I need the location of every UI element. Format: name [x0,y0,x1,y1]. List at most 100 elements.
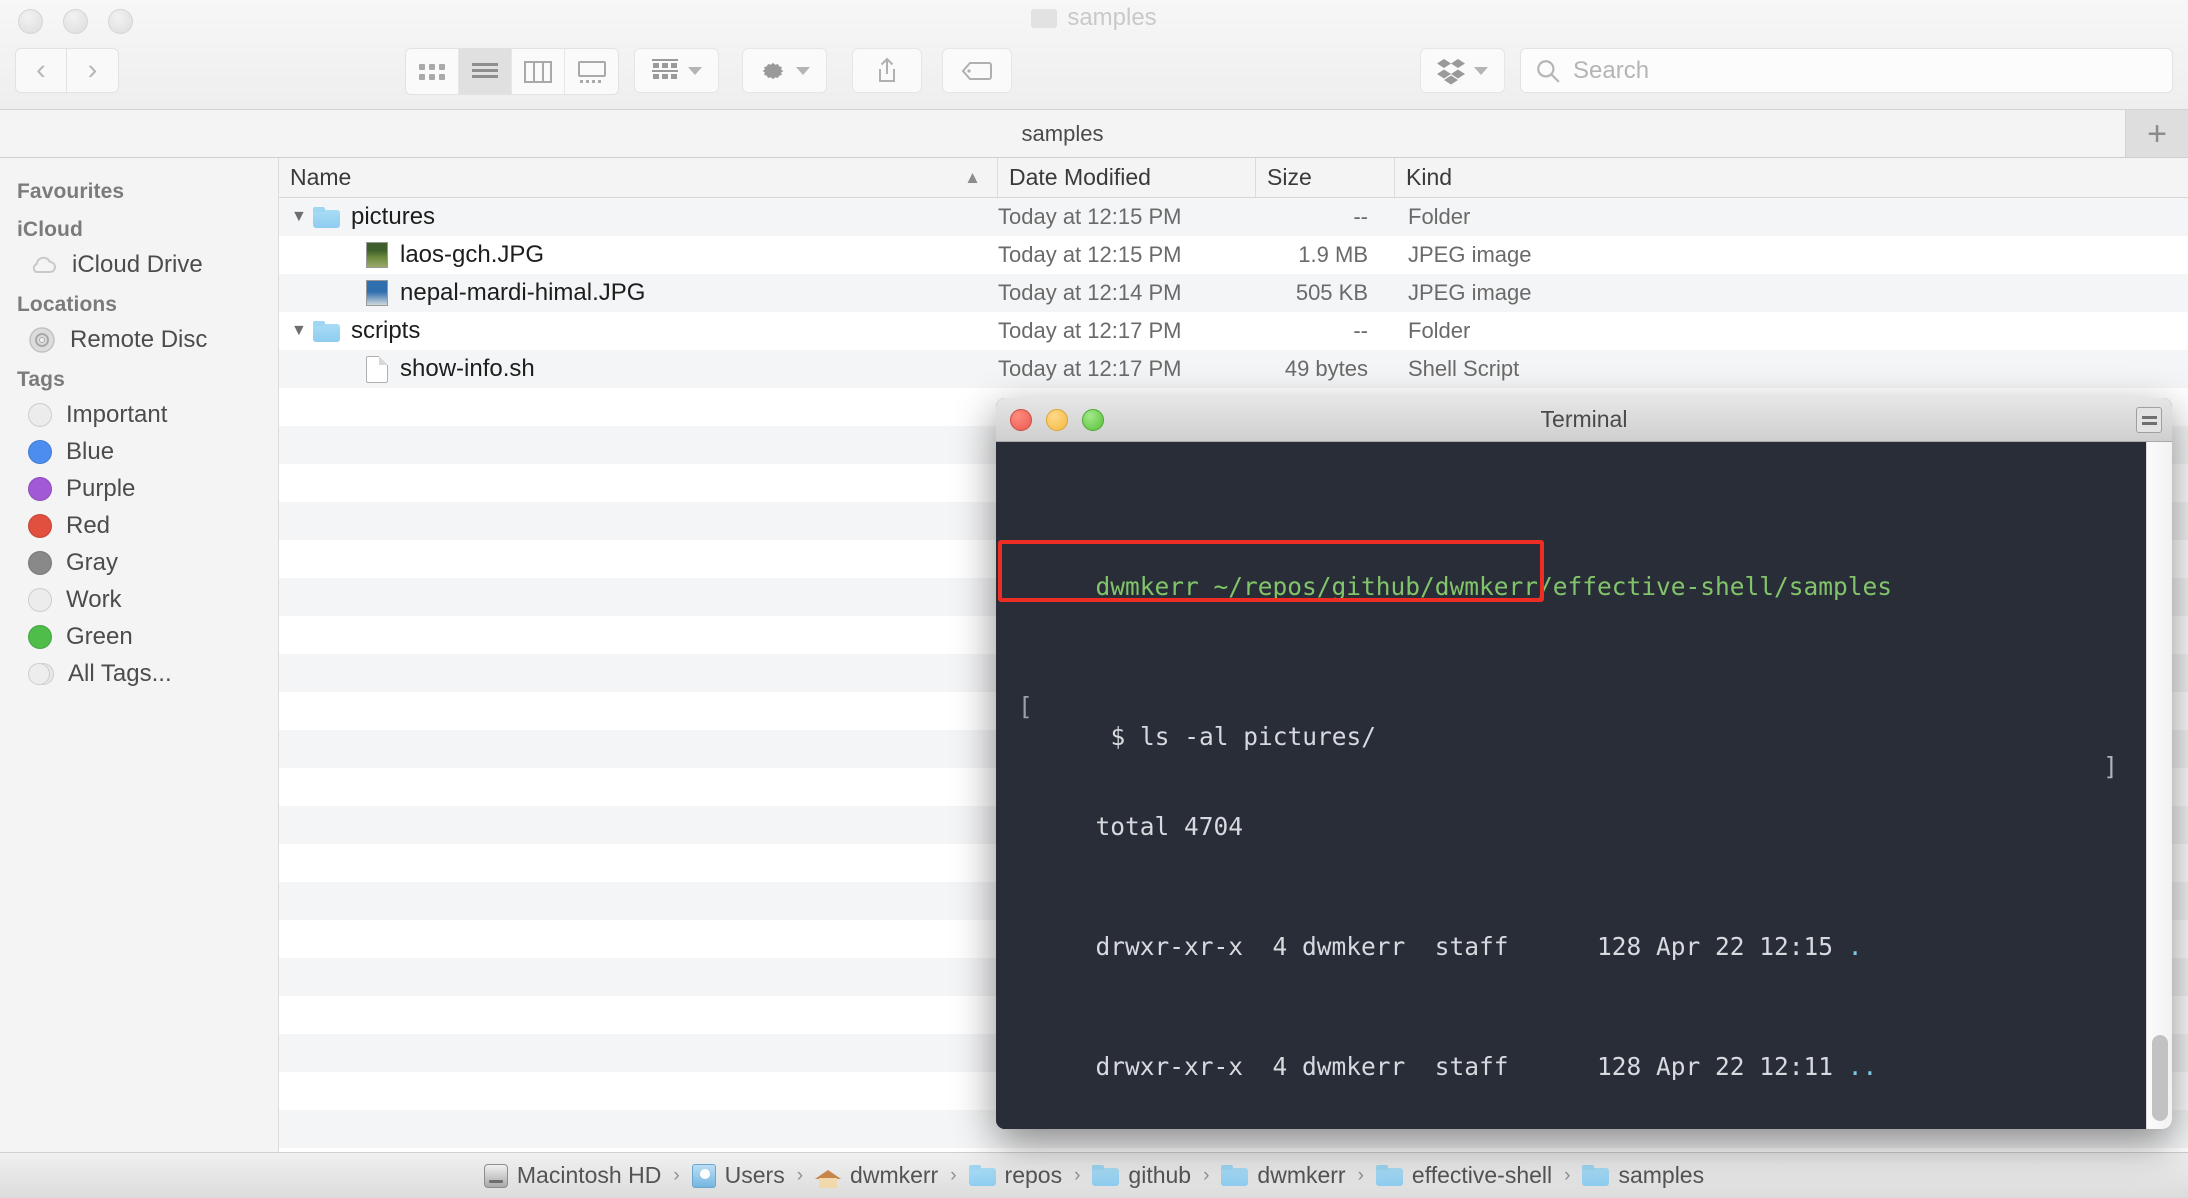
terminal-menu-button[interactable] [2136,407,2162,433]
terminal-scrollbar[interactable] [2146,442,2172,1129]
breadcrumb-item-repos[interactable]: repos [968,1162,1063,1189]
sidebar-item-remote-disc[interactable]: Remote Disc [0,321,278,358]
terminal-scrollbar-thumb[interactable] [2152,1035,2168,1121]
disclosure-triangle-icon[interactable]: ▼ [291,208,313,226]
breadcrumb-separator-icon: › [1564,1164,1571,1186]
sidebar-item-tag-red[interactable]: Red [0,507,278,544]
new-tab-button[interactable]: + [2126,110,2188,157]
table-row[interactable]: show-info.sh Today at 12:17 PM 49 bytes … [279,350,2188,388]
folder-icon [1092,1165,1120,1186]
file-name-label: nepal-mardi-himal.JPG [400,279,646,306]
breadcrumb-item-users[interactable]: Users [691,1162,785,1189]
tab-samples[interactable]: samples [0,110,2126,157]
table-row[interactable]: nepal-mardi-himal.JPG Today at 12:14 PM … [279,274,2188,312]
column-header-label: Size [1267,164,1312,190]
terminal-bracket-right: ] [2103,752,2118,781]
column-header-date-modified[interactable]: Date Modified [998,158,1256,197]
breadcrumb-item-samples[interactable]: samples [1582,1162,1704,1189]
row-name-cell: laos-gch.JPG [279,241,998,269]
folder-icon [313,206,340,228]
chevron-down-icon [796,66,810,75]
breadcrumb-item-dwmkerr-home[interactable]: dwmkerr [815,1162,938,1189]
empty-row [279,1148,2188,1152]
breadcrumb-separator-icon: › [950,1164,957,1186]
tags-button[interactable] [942,48,1012,93]
search-input[interactable]: Search [1520,48,2173,93]
dropbox-button[interactable] [1420,48,1505,93]
breadcrumb-label: dwmkerr [1257,1162,1346,1188]
row-kind-cell: JPEG image [1408,280,1532,305]
tag-dot-icon [28,587,52,612]
sort-arrow-icon: ▲ [964,167,981,187]
row-kind-cell: Folder [1408,204,1471,229]
tag-dot-icon [28,550,52,575]
home-icon [815,1164,842,1188]
folder-icon [313,320,340,342]
sidebar-item-label: Blue [66,437,115,465]
row-size-cell: 505 KB [1295,280,1368,305]
row-kind-cell: Folder [1408,318,1471,343]
breadcrumb: Macintosh HD › Users › dwmkerr › repos ›… [0,1152,2188,1198]
table-row[interactable]: laos-gch.JPG Today at 12:15 PM 1.9 MB JP… [279,236,2188,274]
sidebar-section-favourites: Favourites [17,180,125,203]
sidebar-item-tag-green[interactable]: Green [0,618,278,655]
folder-icon [1375,1165,1403,1186]
breadcrumb-item-dwmkerr[interactable]: dwmkerr [1221,1162,1346,1189]
breadcrumb-label: repos [1004,1162,1063,1188]
terminal-line: drwxr-xr-x 4 dwmkerr staff 128 Apr 22 12… [1007,1022,2172,1081]
breadcrumb-separator-icon: › [1074,1164,1081,1186]
row-size-cell: 49 bytes [1284,356,1368,381]
back-button[interactable]: ‹ [15,48,67,93]
sidebar-item-tag-purple[interactable]: Purple [0,470,278,507]
terminal-close-button[interactable] [1010,409,1032,431]
breadcrumb-item-macintosh-hd[interactable]: Macintosh HD [483,1162,661,1189]
table-row[interactable]: ▼ scripts Today at 12:17 PM -- Folder [279,312,2188,350]
sidebar-item-tag-gray[interactable]: Gray [0,544,278,581]
terminal-text: total 4704 [1095,812,1244,841]
action-menu-button[interactable] [742,48,827,93]
sidebar-item-tag-work[interactable]: Work [0,581,278,618]
sidebar-item-tag-important[interactable]: Important [0,396,278,433]
column-header-size[interactable]: Size [1256,158,1395,197]
column-header-kind[interactable]: Kind [1395,158,2188,197]
column-header-label: Name [290,164,352,190]
column-header-label: Kind [1406,164,1453,190]
breadcrumb-label: Users [724,1162,785,1188]
search-icon [1537,59,1560,83]
row-name-cell: show-info.sh [279,355,998,383]
sidebar-item-label: Remote Disc [70,325,208,353]
terminal-minimize-button[interactable] [1046,409,1068,431]
terminal-bracket-left: [ [1018,692,1033,721]
image-thumbnail-icon [366,242,388,268]
column-header-name[interactable]: Name ▲ [279,158,998,197]
breadcrumb-item-github[interactable]: github [1092,1162,1191,1189]
forward-button[interactable]: › [67,48,119,93]
folder-icon [1031,8,1058,28]
list-view-button[interactable] [459,49,512,94]
arrange-button[interactable] [634,48,719,93]
sidebar-item-all-tags[interactable]: All Tags... [0,655,278,692]
icon-view-button[interactable] [406,49,459,94]
image-thumbnail-icon [366,280,388,306]
share-button[interactable] [852,48,922,93]
terminal-output[interactable]: dwmkerr ~/repos/github/dwmkerr/effective… [996,442,2172,1129]
harddisk-icon [483,1163,508,1188]
navigation-buttons: ‹ › [15,48,119,93]
breadcrumb-separator-icon: › [1203,1164,1210,1186]
terminal-window[interactable]: Terminal dwmkerr ~/repos/github/dwmkerr/… [996,398,2172,1129]
column-view-button[interactable] [512,49,565,94]
breadcrumb-item-effective-shell[interactable]: effective-shell [1375,1162,1553,1189]
disclosure-triangle-icon[interactable]: ▼ [291,322,313,340]
window-title-label: samples [1067,4,1157,31]
gallery-view-button[interactable] [565,49,618,94]
sidebar-item-label: Gray [66,548,119,576]
breadcrumb-label: samples [1618,1162,1705,1188]
table-row[interactable]: ▼ pictures Today at 12:15 PM -- Folder [279,198,2188,236]
sidebar-item-tag-blue[interactable]: Blue [0,433,278,470]
terminal-maximize-button[interactable] [1082,409,1104,431]
sidebar-item-icloud-drive[interactable]: iCloud Drive [0,246,278,283]
row-date-cell: Today at 12:15 PM [998,204,1182,229]
breadcrumb-label: effective-shell [1411,1162,1553,1188]
terminal-title-label: Terminal [1540,406,1628,432]
tag-dot-icon [28,402,52,427]
